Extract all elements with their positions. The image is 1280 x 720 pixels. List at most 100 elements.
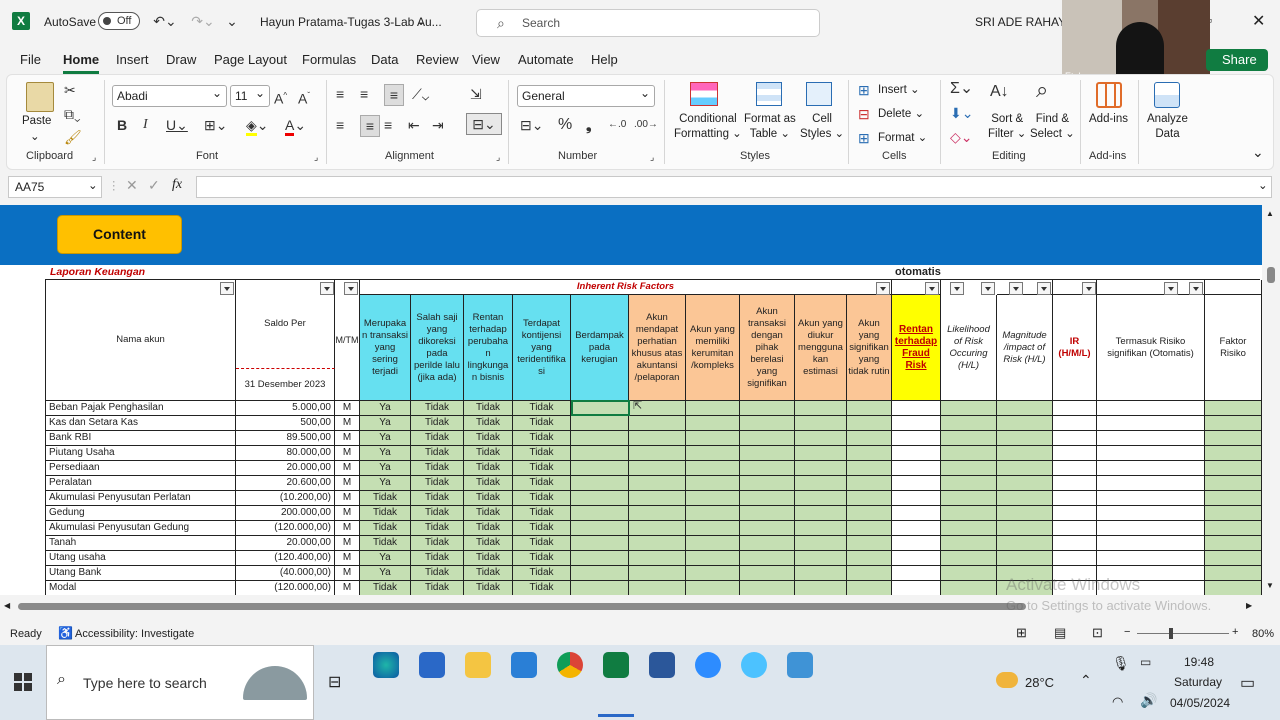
cell-ir[interactable] [1053, 446, 1097, 461]
store-icon[interactable] [419, 652, 445, 678]
scroll-left-icon[interactable]: ◀ [4, 601, 10, 610]
cell-q2[interactable]: Tidak [411, 551, 464, 566]
cell-q3[interactable]: Tidak [464, 446, 513, 461]
cell-ir[interactable] [1053, 551, 1097, 566]
cell-fraud[interactable] [892, 536, 941, 551]
zoom-level[interactable]: 80% [1252, 628, 1274, 640]
filter-likelihood[interactable] [950, 282, 964, 295]
cut-icon[interactable]: ✂ [64, 80, 76, 100]
analyze-data-icon[interactable] [1154, 82, 1180, 108]
cell-saldo[interactable]: 200.000,00 [236, 506, 335, 521]
cell-magnitude[interactable] [997, 431, 1053, 446]
notification-icon[interactable]: ▭ [1240, 673, 1255, 693]
weather-icon[interactable] [996, 672, 1018, 688]
cell-likelihood[interactable] [941, 446, 997, 461]
decrease-font-icon[interactable]: Aˇ [298, 86, 310, 109]
add-ins-icon[interactable] [1096, 82, 1122, 108]
cell-termasuk[interactable] [1097, 551, 1205, 566]
cell-empty-green[interactable] [740, 431, 795, 446]
insert-cells-icon[interactable]: ⊞ [858, 80, 870, 100]
cell-empty-green[interactable] [629, 491, 686, 506]
page-layout-view-icon[interactable]: ▤ [1054, 625, 1066, 641]
cell-empty-green[interactable] [795, 536, 847, 551]
cell-ir[interactable] [1053, 476, 1097, 491]
cell-mtm[interactable]: M [335, 431, 360, 446]
cell-q1[interactable]: Ya [360, 416, 411, 431]
cell-q3[interactable]: Tidak [464, 416, 513, 431]
normal-view-icon[interactable]: ⊞ [1016, 625, 1027, 641]
cell-empty-green[interactable] [847, 521, 892, 536]
cell-empty-green[interactable] [740, 401, 795, 416]
cell-empty-green[interactable] [847, 581, 892, 595]
cell-nama-akun[interactable]: Kas dan Setara Kas [46, 416, 236, 431]
format-as-table-button[interactable]: Format as Table ⌄ [744, 112, 796, 142]
cell-q3[interactable]: Tidak [464, 431, 513, 446]
cell-q1[interactable]: Tidak [360, 521, 411, 536]
cell-empty-green[interactable] [571, 581, 629, 595]
cell-empty-green[interactable] [629, 446, 686, 461]
cell-empty-green[interactable] [795, 401, 847, 416]
zoom-slider[interactable] [1137, 633, 1229, 634]
cell-fraud[interactable] [892, 401, 941, 416]
cell-ir[interactable] [1053, 506, 1097, 521]
cell-mtm[interactable]: M [335, 536, 360, 551]
cell-q4[interactable]: Tidak [513, 566, 571, 581]
cell-empty-green[interactable] [740, 461, 795, 476]
cell-faktor[interactable] [1205, 461, 1262, 476]
cell-likelihood[interactable] [941, 476, 997, 491]
cell-empty-green[interactable] [629, 521, 686, 536]
cell-fraud[interactable] [892, 431, 941, 446]
cell-empty-green[interactable] [847, 446, 892, 461]
cell-faktor[interactable] [1205, 431, 1262, 446]
cell-q2[interactable]: Tidak [411, 461, 464, 476]
cell-q1[interactable]: Tidak [360, 506, 411, 521]
cell-fraud[interactable] [892, 446, 941, 461]
cell-q3[interactable]: Tidak [464, 506, 513, 521]
cell-faktor[interactable] [1205, 401, 1262, 416]
autosave-toggle[interactable]: Off [98, 12, 140, 30]
cell-q4[interactable]: Tidak [513, 446, 571, 461]
cell-termasuk[interactable] [1097, 506, 1205, 521]
cell-empty-green[interactable] [571, 506, 629, 521]
cell-termasuk[interactable] [1097, 521, 1205, 536]
delete-cells-button[interactable]: Delete ⌄ [878, 106, 924, 120]
cell-magnitude[interactable] [997, 506, 1053, 521]
cell-empty-green[interactable] [629, 551, 686, 566]
zoom-in-icon[interactable]: + [1232, 626, 1238, 638]
cell-saldo[interactable]: 20.000,00 [236, 461, 335, 476]
cell-empty-green[interactable] [629, 461, 686, 476]
cell-ir[interactable] [1053, 401, 1097, 416]
cell-nama-akun[interactable]: Gedung [46, 506, 236, 521]
cell-ir[interactable] [1053, 536, 1097, 551]
decrease-indent-icon[interactable]: ⇤ [408, 115, 420, 135]
cell-fraud[interactable] [892, 521, 941, 536]
cell-empty-green[interactable] [847, 506, 892, 521]
cell-nama-akun[interactable]: Tanah [46, 536, 236, 551]
filter-saldo[interactable] [320, 282, 334, 295]
cell-fraud[interactable] [892, 476, 941, 491]
cell-empty-green[interactable] [686, 416, 740, 431]
cell-nama-akun[interactable]: Piutang Usaha [46, 446, 236, 461]
filter-nama-akun[interactable] [220, 282, 234, 295]
delete-cells-icon[interactable]: ⊟ [858, 104, 870, 124]
cell-mtm[interactable]: M [335, 446, 360, 461]
format-cells-icon[interactable]: ⊞ [858, 128, 870, 148]
app-icon[interactable] [741, 652, 767, 678]
sort-filter-icon[interactable]: A↓ [990, 82, 1009, 102]
cell-empty-green[interactable] [686, 551, 740, 566]
menu-insert[interactable]: Insert [116, 52, 149, 67]
cell-empty-green[interactable] [795, 506, 847, 521]
cell-magnitude[interactable] [997, 536, 1053, 551]
cell-magnitude[interactable] [997, 476, 1053, 491]
cell-empty-green[interactable] [571, 521, 629, 536]
cell-q1[interactable]: Ya [360, 401, 411, 416]
filter-fraud[interactable] [925, 282, 939, 295]
cell-saldo[interactable]: (120.000,00) [236, 521, 335, 536]
cell-q4[interactable]: Tidak [513, 536, 571, 551]
cell-saldo[interactable]: 20.600,00 [236, 476, 335, 491]
fill-color-icon[interactable]: ◈⌄ [246, 115, 269, 136]
cell-fraud[interactable] [892, 506, 941, 521]
copy-icon[interactable]: ⧉⌄ [64, 104, 81, 124]
word-icon[interactable] [649, 652, 675, 678]
cell-empty-green[interactable] [629, 506, 686, 521]
